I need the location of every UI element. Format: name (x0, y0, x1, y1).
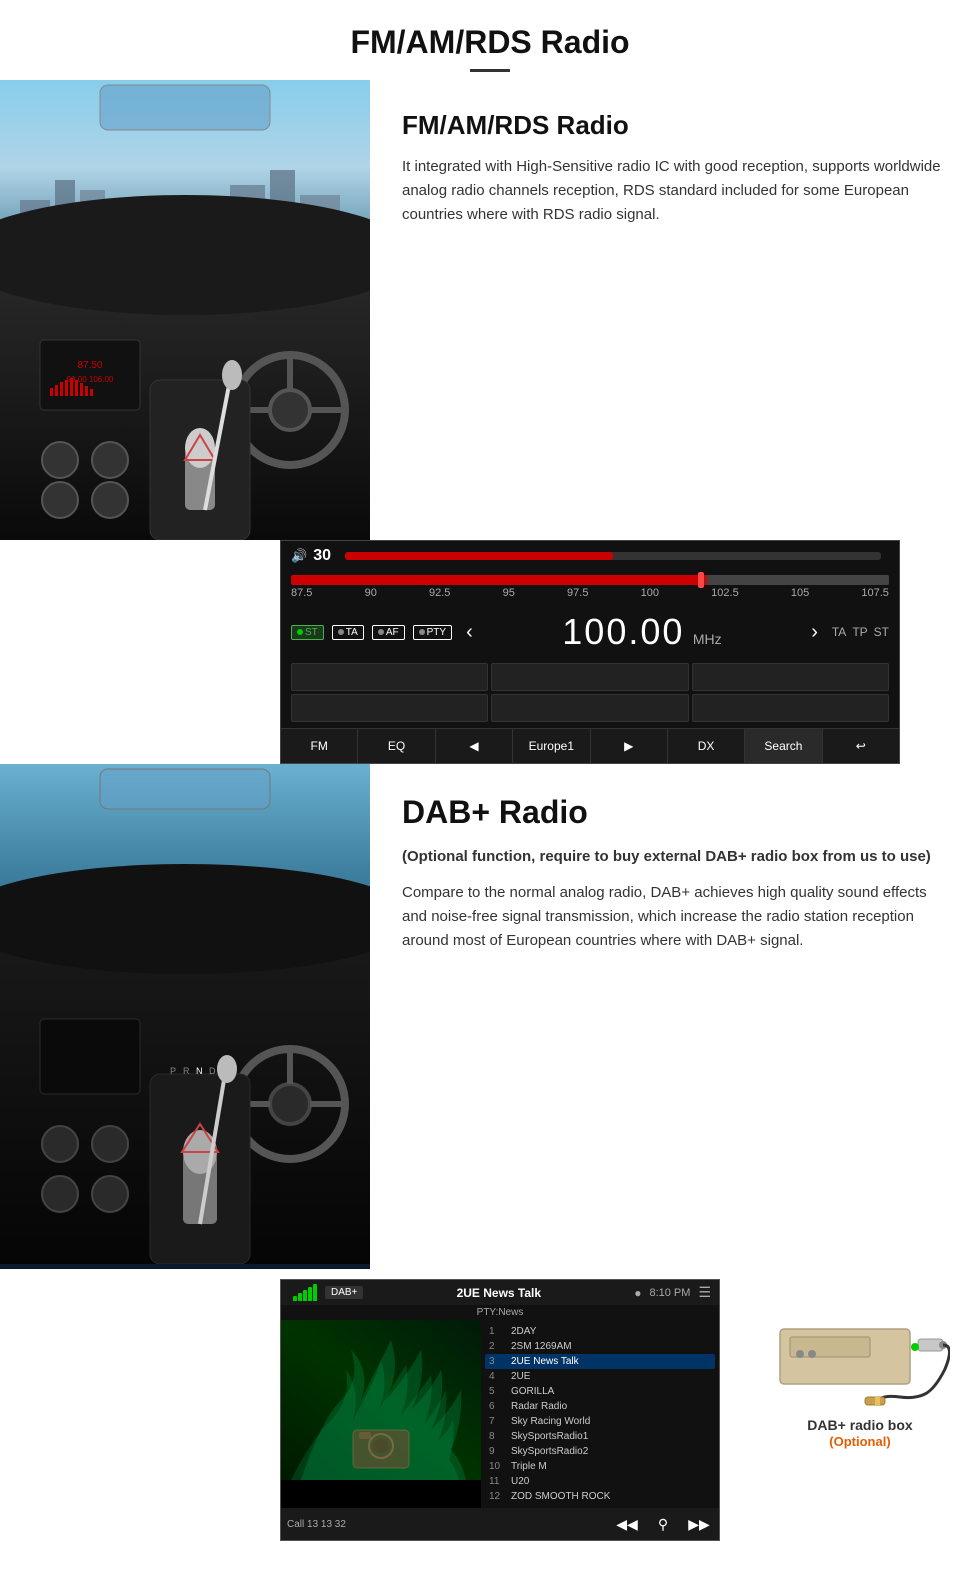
dx-btn[interactable]: DX (668, 729, 745, 763)
station-5[interactable]: 5GORILLA (485, 1384, 715, 1399)
station-3[interactable]: 32UE News Talk (485, 1354, 715, 1369)
dab-time: 8:10 PM (649, 1287, 690, 1299)
preset-3[interactable] (692, 663, 889, 691)
dab-label: DAB+ (325, 1286, 363, 1299)
fm-btn[interactable]: FM (281, 729, 358, 763)
dab-call: Call 13 13 32 (287, 1519, 605, 1530)
page-header: FM/AM/RDS Radio (0, 0, 980, 80)
volume-number: 30 (313, 547, 331, 565)
dab-search-btn[interactable]: ⚲ (649, 1514, 677, 1534)
preset-grid (281, 657, 899, 728)
dab-description: Compare to the normal analog radio, DAB+… (402, 881, 948, 953)
preset-4[interactable] (291, 694, 488, 722)
st-right-badge: ST (874, 625, 889, 639)
station-10[interactable]: 10Triple M (485, 1459, 715, 1474)
car-photo-2: P R N D (0, 764, 370, 1269)
station-12[interactable]: 12ZOD SMOOTH ROCK (485, 1489, 715, 1504)
preset-6[interactable] (692, 694, 889, 722)
dab-station-name: 2UE News Talk (371, 1286, 626, 1300)
dab-screenshot: DAB+ 2UE News Talk ● 8:10 PM ☰ PTY:News (280, 1279, 720, 1541)
station-2[interactable]: 22SM 1269AM (485, 1339, 715, 1354)
station-4[interactable]: 42UE (485, 1369, 715, 1384)
dab-box-optional: (Optional) (829, 1434, 890, 1449)
volume-icon: 🔊 (291, 548, 307, 564)
car-interior: 87.50 98.00 106.00 (0, 80, 370, 540)
preset-1[interactable] (291, 663, 488, 691)
svg-text:R: R (183, 1066, 190, 1076)
prev-btn[interactable]: ◀ (436, 729, 513, 763)
dab-box-wrap: DAB+ radio box (Optional) (760, 1279, 960, 1449)
dab-bottom-bar: Call 13 13 32 ◀◀ ⚲ ▶▶ (281, 1508, 719, 1540)
dab-heading: DAB+ Radio (402, 794, 948, 831)
station-1[interactable]: 12DAY (485, 1324, 715, 1339)
station-8[interactable]: 8SkySportsRadio1 (485, 1429, 715, 1444)
dab-pty: PTY:News (281, 1305, 719, 1320)
freq-next-btn[interactable]: › (805, 621, 824, 644)
dab-box-label: DAB+ radio box (Optional) (807, 1417, 912, 1449)
af-badge[interactable]: AF (372, 625, 405, 640)
freq-labels: 87.59092.59597.5 100102.5105107.5 (291, 585, 889, 601)
dab-bottom: DAB+ 2UE News Talk ● 8:10 PM ☰ PTY:News (0, 1269, 980, 1571)
radio-top-bar: 🔊 30 (281, 541, 899, 571)
dab-main: 12DAY 22SM 1269AM 32UE News Talk 42UE 5G… (281, 1320, 719, 1508)
dab-next-btn[interactable]: ▶▶ (685, 1514, 713, 1534)
svg-text:87.50: 87.50 (77, 360, 102, 371)
car-photo: 87.50 98.00 106.00 (0, 80, 370, 540)
back-btn[interactable]: ↩ (823, 729, 899, 763)
freq-value: 100.00 (562, 611, 684, 652)
dab-visual (281, 1320, 481, 1480)
freq-prev-btn[interactable]: ‹ (460, 621, 479, 644)
station-11[interactable]: 11U20 (485, 1474, 715, 1489)
svg-text:98.00 106.00: 98.00 106.00 (67, 375, 114, 384)
ta-badge[interactable]: TA (332, 625, 364, 640)
fm-info-panel: FM/AM/RDS Radio It integrated with High-… (370, 80, 980, 540)
fm-section: 87.50 98.00 106.00 (0, 80, 980, 764)
right-badges: TA TP ST (832, 625, 889, 639)
dab-optional-note: (Optional function, require to buy exter… (402, 845, 948, 869)
dab-station-list: 12DAY 22SM 1269AM 32UE News Talk 42UE 5G… (481, 1320, 719, 1508)
dab-section: P R N D DAB+ Radio (Optional function, r… (0, 764, 980, 1571)
fm-description: It integrated with High-Sensitive radio … (402, 155, 948, 227)
station-6[interactable]: 6Radar Radio (485, 1399, 715, 1414)
dab-prev-btn[interactable]: ◀◀ (613, 1514, 641, 1534)
freq-unit: MHz (693, 631, 722, 647)
preset-5[interactable] (491, 694, 688, 722)
svg-text:D: D (209, 1066, 216, 1076)
station-7[interactable]: 7Sky Racing World (485, 1414, 715, 1429)
dab-box-svg (770, 1279, 950, 1409)
tp-badge: TP (852, 625, 867, 639)
page-title: FM/AM/RDS Radio (20, 24, 960, 61)
svg-text:N: N (196, 1066, 203, 1076)
svg-text:P: P (170, 1066, 176, 1076)
pty-badge[interactable]: PTY (413, 625, 452, 640)
freq-display: 100.00 MHz (487, 611, 797, 653)
radio-controls: ST TA AF PTY ‹ 100.00 MHz › TA TP ST (281, 607, 899, 657)
europe1-btn[interactable]: Europe1 (513, 729, 590, 763)
radio-toolbar: FM EQ ◀ Europe1 ▶ DX Search ↩ (281, 728, 899, 763)
station-9[interactable]: 9SkySportsRadio2 (485, 1444, 715, 1459)
preset-2[interactable] (491, 663, 688, 691)
fm-heading: FM/AM/RDS Radio (402, 110, 948, 141)
dab-signal (293, 1284, 317, 1301)
eq-btn[interactable]: EQ (358, 729, 435, 763)
dab-info-panel: DAB+ Radio (Optional function, require t… (370, 764, 980, 1269)
dab-top-bar: DAB+ 2UE News Talk ● 8:10 PM ☰ (281, 1280, 719, 1305)
radio-screenshot: 🔊 30 87.59092.59597.5 100102.5105107.5 S… (280, 540, 900, 764)
title-divider (470, 69, 510, 72)
next-btn[interactable]: ▶ (591, 729, 668, 763)
st-badge[interactable]: ST (291, 625, 324, 640)
search-btn[interactable]: Search (745, 729, 822, 763)
freq-slider[interactable]: 87.59092.59597.5 100102.5105107.5 (281, 571, 899, 607)
ta-right-badge: TA (832, 625, 846, 639)
